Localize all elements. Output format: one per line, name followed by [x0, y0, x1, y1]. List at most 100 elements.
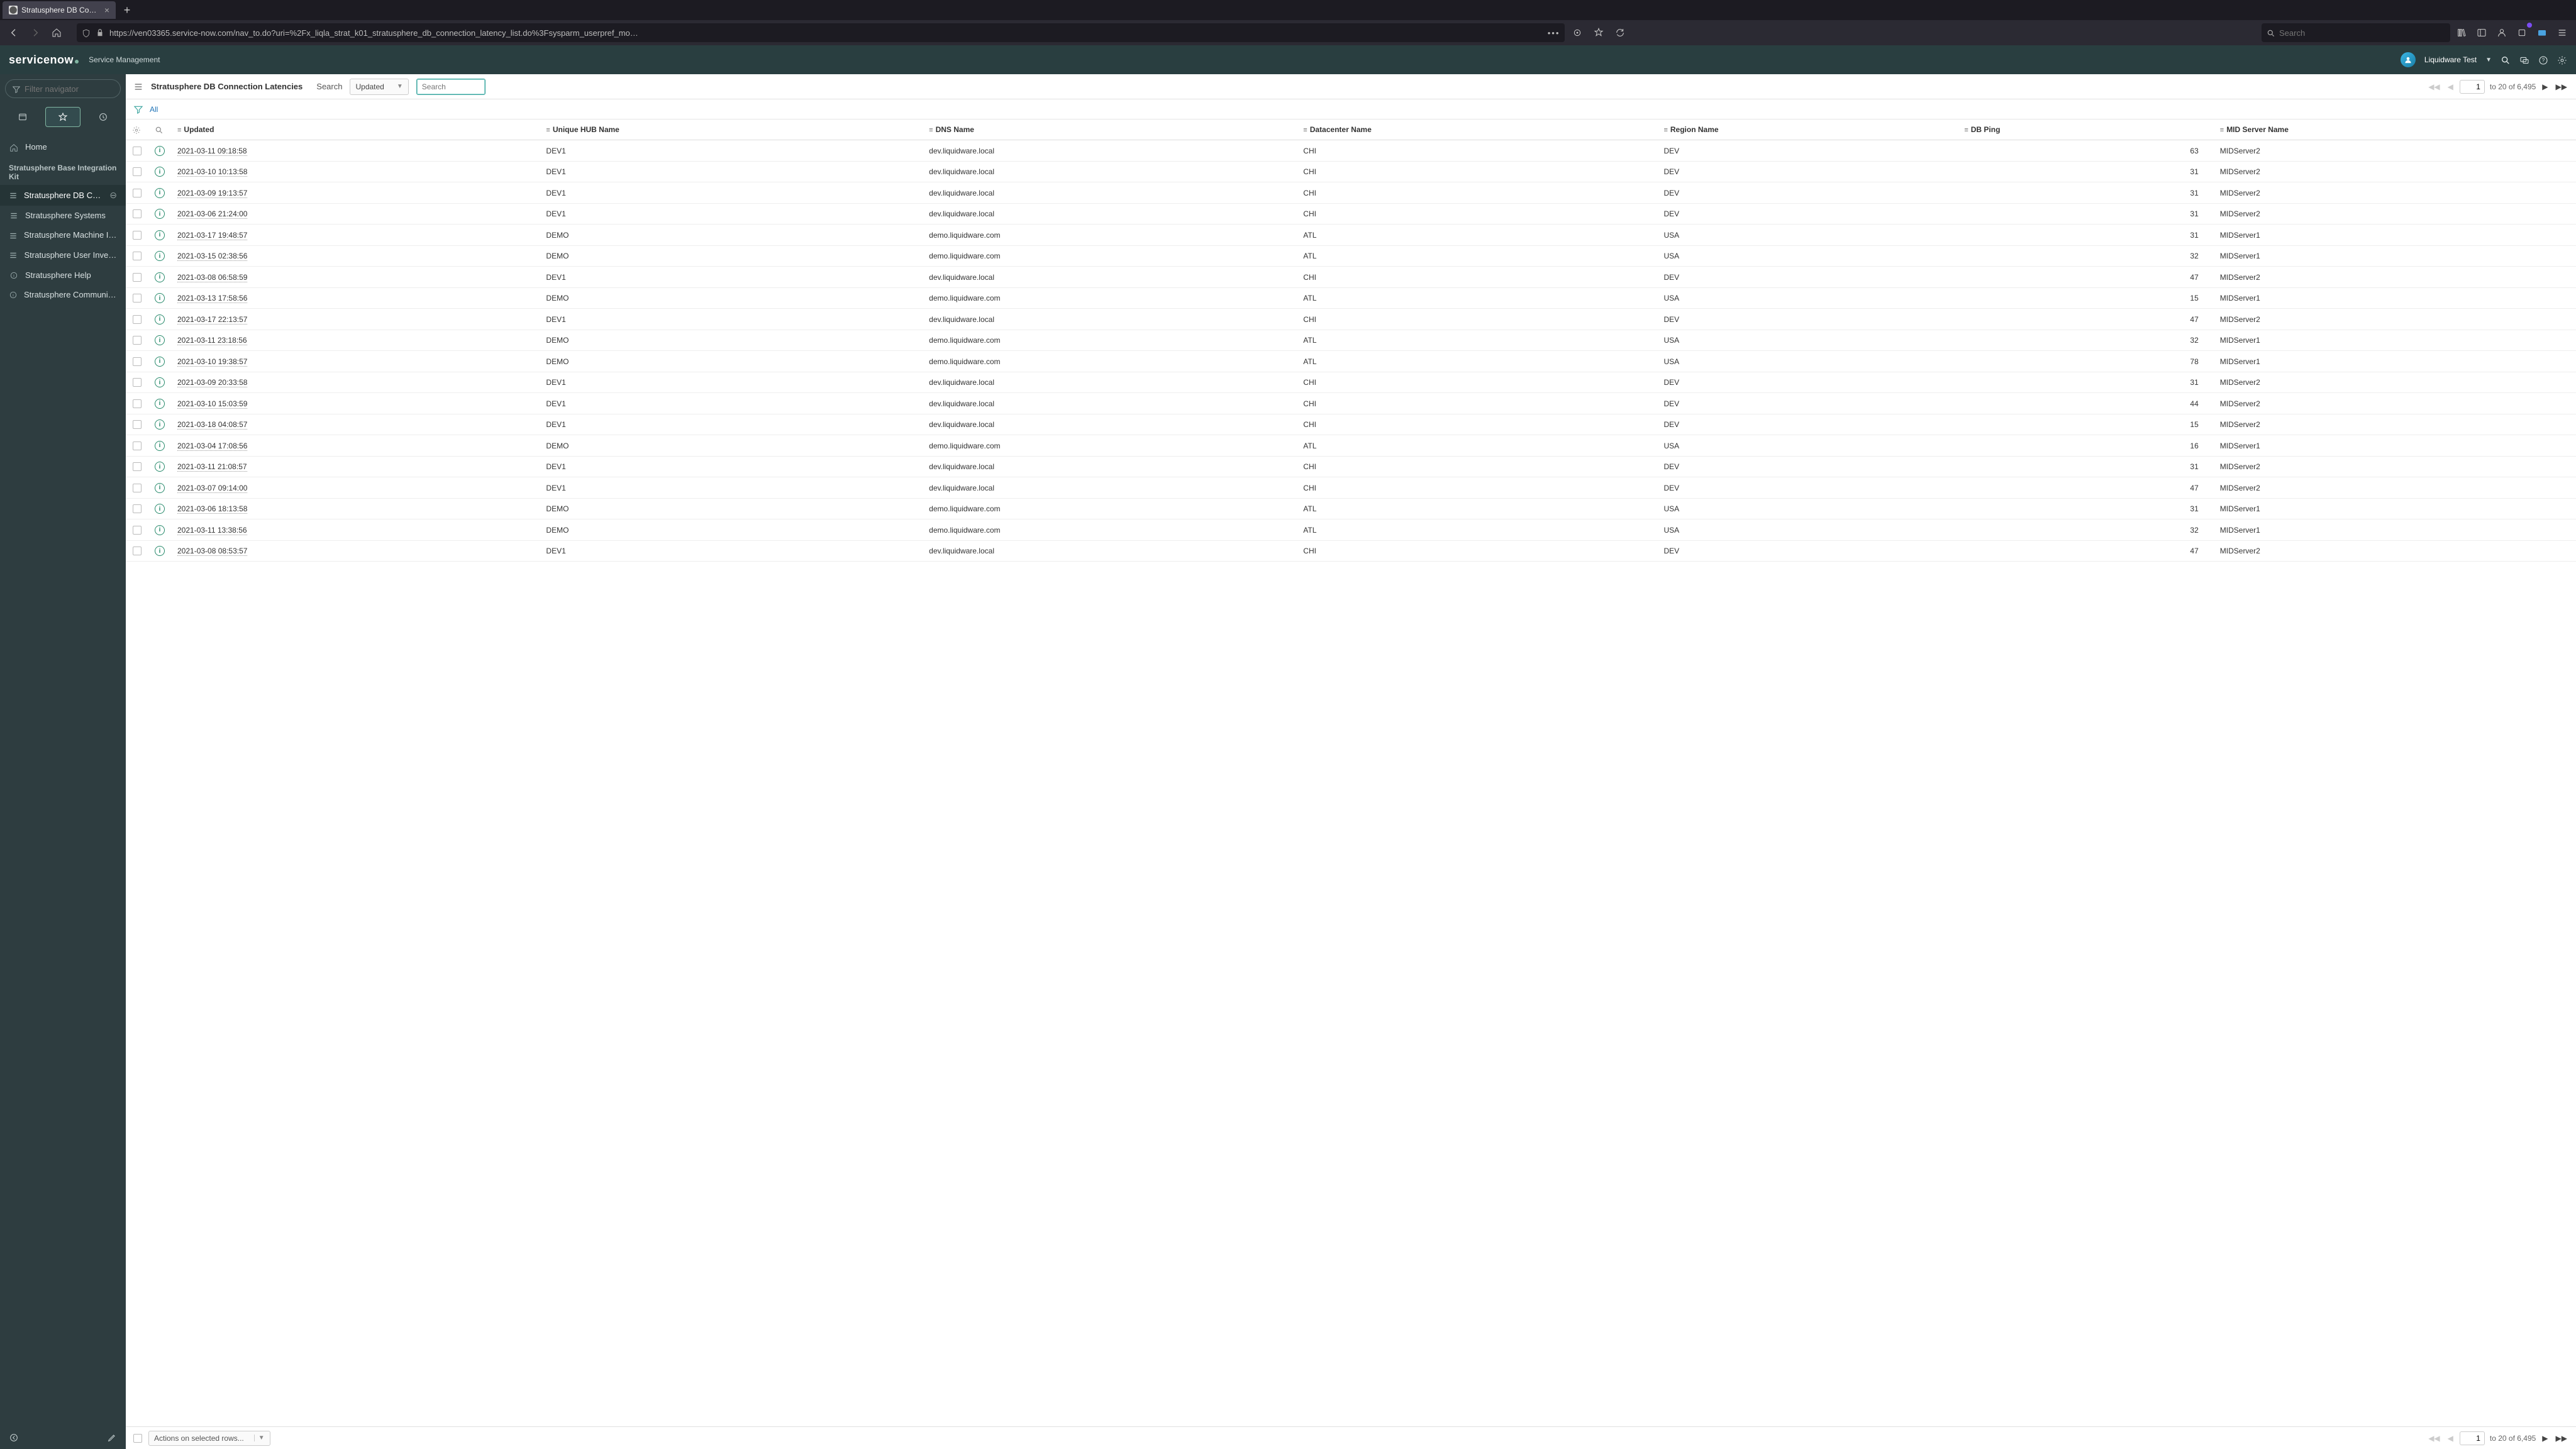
nav-home[interactable]: Home	[0, 137, 126, 157]
table-row[interactable]: i2021-03-11 23:18:56DEMOdemo.liquidware.…	[126, 330, 2576, 351]
first-page-icon[interactable]: ◀◀	[2427, 82, 2441, 91]
cell-updated[interactable]: 2021-03-04 17:08:56	[177, 441, 247, 451]
cell-updated[interactable]: 2021-03-10 10:13:58	[177, 167, 247, 177]
cell-updated[interactable]: 2021-03-09 19:13:57	[177, 189, 247, 198]
table-row[interactable]: i2021-03-18 04:08:57DEV1dev.liquidware.l…	[126, 414, 2576, 435]
row-checkbox[interactable]	[133, 378, 142, 387]
table-row[interactable]: i2021-03-17 19:48:57DEMOdemo.liquidware.…	[126, 225, 2576, 246]
new-tab-button[interactable]: +	[119, 4, 135, 17]
table-row[interactable]: i2021-03-17 22:13:57DEV1dev.liquidware.l…	[126, 309, 2576, 330]
nav-item-machine-inventory[interactable]: Stratusphere Machine Inventory	[0, 225, 126, 245]
row-info-icon[interactable]: i	[155, 525, 165, 535]
address-bar[interactable]: https://ven03365.service-now.com/nav_to.…	[77, 23, 1565, 42]
bookmark-icon[interactable]	[1590, 24, 1607, 42]
table-row[interactable]: i2021-03-04 17:08:56DEMOdemo.liquidware.…	[126, 435, 2576, 457]
row-checkbox[interactable]	[133, 209, 142, 218]
cell-updated[interactable]: 2021-03-13 17:58:56	[177, 294, 247, 303]
cell-updated[interactable]: 2021-03-09 20:33:58	[177, 378, 247, 387]
page-number-input[interactable]	[2460, 1431, 2485, 1445]
cell-updated[interactable]: 2021-03-11 23:18:56	[177, 336, 247, 345]
th-updated[interactable]: ≡Updated	[171, 119, 540, 140]
remove-favorite-icon[interactable]: ⊖	[109, 190, 117, 201]
browser-tab[interactable]: Stratusphere DB Connection La… ×	[3, 1, 116, 19]
browser-search[interactable]	[2262, 23, 2450, 42]
row-checkbox[interactable]	[133, 231, 142, 240]
nav-tab-favorites[interactable]	[45, 107, 80, 127]
global-search-icon[interactable]	[2501, 54, 2511, 65]
table-row[interactable]: i2021-03-10 15:03:59DEV1dev.liquidware.l…	[126, 393, 2576, 414]
refresh-icon[interactable]	[1611, 24, 1629, 42]
collapse-icon[interactable]	[9, 1432, 19, 1443]
user-name[interactable]: Liquidware Test	[2424, 55, 2477, 64]
back-button[interactable]	[5, 24, 23, 42]
row-checkbox[interactable]	[133, 273, 142, 282]
nav-tab-all[interactable]	[5, 107, 40, 127]
list-search-input[interactable]	[416, 79, 486, 95]
table-row[interactable]: i2021-03-10 19:38:57DEMOdemo.liquidware.…	[126, 351, 2576, 372]
table-row[interactable]: i2021-03-15 02:38:56DEMOdemo.liquidware.…	[126, 245, 2576, 267]
table-row[interactable]: i2021-03-11 13:38:56DEMOdemo.liquidware.…	[126, 519, 2576, 541]
row-checkbox[interactable]	[133, 252, 142, 260]
nav-item-db-latency[interactable]: Stratusphere DB Connection La… ⊖	[0, 185, 126, 206]
table-row[interactable]: i2021-03-07 09:14:00DEV1dev.liquidware.l…	[126, 477, 2576, 499]
next-page-icon[interactable]: ▶	[2541, 82, 2549, 91]
cell-updated[interactable]: 2021-03-10 15:03:59	[177, 399, 247, 409]
sidebar-icon[interactable]	[2473, 24, 2490, 42]
table-scroll[interactable]: ≡Updated ≡Unique HUB Name ≡DNS Name ≡Dat…	[126, 119, 2576, 1426]
th-gear[interactable]	[126, 119, 148, 140]
cell-updated[interactable]: 2021-03-11 21:08:57	[177, 462, 247, 472]
cell-updated[interactable]: 2021-03-15 02:38:56	[177, 252, 247, 261]
prev-page-icon[interactable]: ◀	[2446, 1434, 2455, 1443]
row-checkbox[interactable]	[133, 504, 142, 513]
last-page-icon[interactable]: ▶▶	[2555, 1434, 2568, 1443]
filter-navigator[interactable]	[5, 79, 121, 98]
prev-page-icon[interactable]: ◀	[2446, 82, 2455, 91]
table-row[interactable]: i2021-03-13 17:58:56DEMOdemo.liquidware.…	[126, 287, 2576, 309]
search-field-select[interactable]: Updated ▼	[350, 79, 408, 95]
chat-icon[interactable]	[2519, 54, 2529, 65]
th-region[interactable]: ≡Region Name	[1657, 119, 1958, 140]
th-search[interactable]	[148, 119, 171, 140]
avatar[interactable]	[2401, 52, 2416, 67]
row-info-icon[interactable]: i	[155, 167, 165, 177]
product-logo[interactable]: servicenow	[9, 53, 79, 67]
cell-updated[interactable]: 2021-03-17 22:13:57	[177, 315, 247, 325]
th-mid[interactable]: ≡MID Server Name	[2214, 119, 2576, 140]
row-checkbox[interactable]	[133, 336, 142, 345]
cell-updated[interactable]: 2021-03-18 04:08:57	[177, 420, 247, 430]
nav-item-help[interactable]: i Stratusphere Help	[0, 265, 126, 285]
table-row[interactable]: i2021-03-11 21:08:57DEV1dev.liquidware.l…	[126, 456, 2576, 477]
home-button[interactable]	[48, 24, 65, 42]
browser-search-input[interactable]	[2279, 28, 2445, 38]
account-icon[interactable]	[2493, 24, 2511, 42]
row-checkbox[interactable]	[133, 147, 142, 155]
row-checkbox[interactable]	[133, 547, 142, 555]
library-icon[interactable]	[2453, 24, 2470, 42]
reader-icon[interactable]	[1568, 24, 1586, 42]
row-info-icon[interactable]: i	[155, 188, 165, 198]
address-more-icon[interactable]: •••	[1548, 28, 1560, 38]
actions-dropdown[interactable]: Actions on selected rows... ▼	[148, 1431, 270, 1446]
breadcrumb-all[interactable]: All	[150, 105, 158, 114]
table-row[interactable]: i2021-03-09 19:13:57DEV1dev.liquidware.l…	[126, 182, 2576, 204]
nav-tab-history[interactable]	[86, 107, 121, 127]
row-checkbox[interactable]	[133, 420, 142, 429]
help-icon[interactable]: ?	[2538, 54, 2548, 65]
extension-icon[interactable]	[2513, 24, 2531, 42]
cell-updated[interactable]: 2021-03-10 19:38:57	[177, 357, 247, 367]
cell-updated[interactable]: 2021-03-08 06:58:59	[177, 273, 247, 282]
row-info-icon[interactable]: i	[155, 335, 165, 345]
cell-updated[interactable]: 2021-03-11 09:18:58	[177, 147, 247, 156]
screenshot-icon[interactable]	[2533, 24, 2551, 42]
row-info-icon[interactable]: i	[155, 462, 165, 472]
row-checkbox[interactable]	[133, 294, 142, 303]
row-info-icon[interactable]: i	[155, 357, 165, 367]
nav-item-community[interactable]: i Stratusphere Community Site	[0, 285, 126, 305]
th-hub[interactable]: ≡Unique HUB Name	[540, 119, 923, 140]
row-checkbox[interactable]	[133, 357, 142, 366]
last-page-icon[interactable]: ▶▶	[2555, 82, 2568, 91]
table-row[interactable]: i2021-03-08 08:53:57DEV1dev.liquidware.l…	[126, 540, 2576, 562]
select-all-checkbox[interactable]	[133, 1434, 142, 1443]
table-row[interactable]: i2021-03-11 09:18:58DEV1dev.liquidware.l…	[126, 140, 2576, 162]
row-info-icon[interactable]: i	[155, 251, 165, 261]
